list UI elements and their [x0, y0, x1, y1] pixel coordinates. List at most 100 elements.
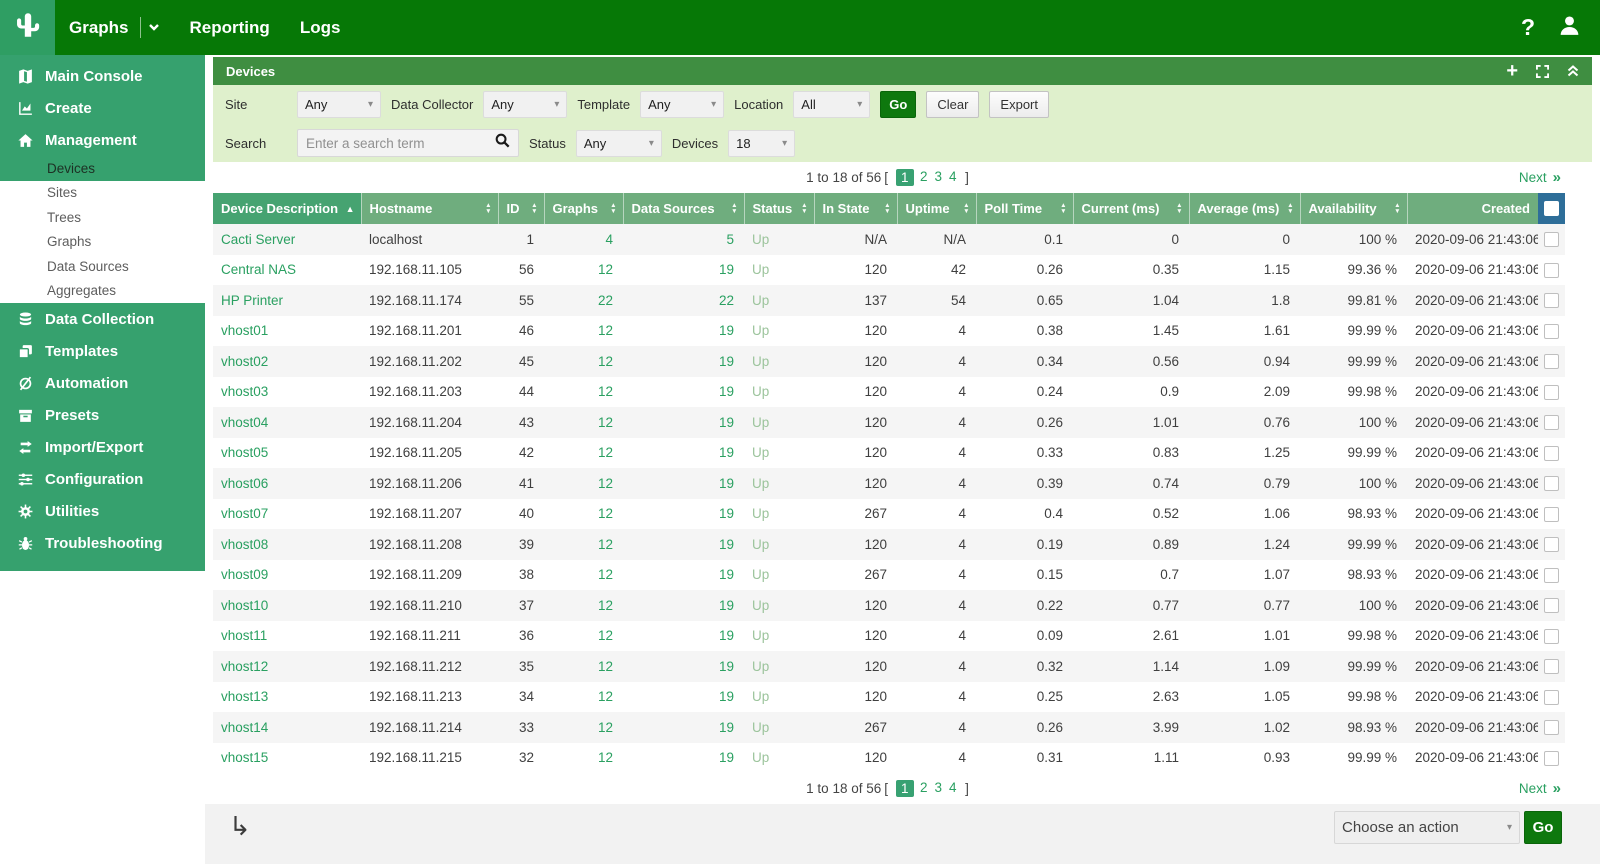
device-link[interactable]: vhost06 — [221, 476, 268, 491]
column-header-uptime[interactable]: Uptime▲▼ — [897, 193, 976, 224]
data-sources-link[interactable]: 19 — [719, 537, 734, 552]
data-sources-link[interactable]: 19 — [719, 659, 734, 674]
data-sources-link[interactable]: 19 — [719, 720, 734, 735]
device-link[interactable]: Central NAS — [221, 262, 296, 277]
row-checkbox[interactable] — [1544, 354, 1559, 369]
nav-reporting[interactable]: Reporting — [190, 18, 270, 38]
page-link-3[interactable]: 3 — [935, 169, 943, 186]
data-collector-select[interactable]: Any▾ — [483, 91, 567, 118]
status-select[interactable]: Any▾ — [576, 130, 662, 157]
help-icon[interactable]: ? — [1521, 16, 1535, 39]
next-page-link[interactable]: Next» — [1519, 780, 1561, 797]
graphs-link[interactable]: 12 — [598, 689, 613, 704]
data-sources-link[interactable]: 19 — [719, 567, 734, 582]
sidebar-item-data-sources[interactable]: Data Sources — [0, 254, 205, 279]
site-select[interactable]: Any▾ — [297, 91, 381, 118]
data-sources-link[interactable]: 19 — [719, 445, 734, 460]
page-link-3[interactable]: 3 — [935, 780, 943, 797]
search-icon[interactable] — [495, 133, 510, 153]
next-page-link[interactable]: Next» — [1519, 169, 1561, 186]
device-link[interactable]: vhost10 — [221, 598, 268, 613]
device-link[interactable]: HP Printer — [221, 293, 283, 308]
sidebar-item-graphs[interactable]: Graphs — [0, 230, 205, 255]
graphs-link[interactable]: 12 — [598, 567, 613, 582]
data-sources-link[interactable]: 19 — [719, 354, 734, 369]
graphs-link[interactable]: 12 — [598, 262, 613, 277]
column-header-created[interactable]: Created — [1407, 193, 1538, 224]
device-link[interactable]: vhost09 — [221, 567, 268, 582]
template-select[interactable]: Any▾ — [640, 91, 724, 118]
graphs-link[interactable]: 12 — [598, 354, 613, 369]
sidebar-item-utilities[interactable]: Utilities — [0, 495, 205, 527]
data-sources-link[interactable]: 19 — [719, 415, 734, 430]
graphs-link[interactable]: 12 — [598, 506, 613, 521]
device-link[interactable]: vhost05 — [221, 445, 268, 460]
select-all-checkbox[interactable] — [1544, 201, 1559, 216]
data-sources-link[interactable]: 19 — [719, 750, 734, 765]
device-link[interactable]: vhost03 — [221, 384, 268, 399]
sidebar-item-create[interactable]: Create — [0, 92, 205, 124]
column-header-in-state[interactable]: In State▲▼ — [814, 193, 897, 224]
page-link-4[interactable]: 4 — [949, 780, 957, 797]
row-checkbox[interactable] — [1544, 324, 1559, 339]
sidebar-item-automation[interactable]: Automation — [0, 367, 205, 399]
device-link[interactable]: vhost04 — [221, 415, 268, 430]
graphs-link[interactable]: 4 — [605, 232, 613, 247]
search-input[interactable] — [306, 136, 495, 151]
sidebar-item-trees[interactable]: Trees — [0, 205, 205, 230]
device-link[interactable]: Cacti Server — [221, 232, 295, 247]
device-link[interactable]: vhost11 — [221, 628, 267, 643]
data-sources-link[interactable]: 19 — [719, 476, 734, 491]
device-link[interactable]: vhost07 — [221, 506, 268, 521]
row-checkbox[interactable] — [1544, 537, 1559, 552]
chevron-down-icon[interactable] — [148, 18, 160, 38]
page-link-2[interactable]: 2 — [920, 169, 928, 186]
action-select[interactable]: Choose an action▾ — [1334, 811, 1520, 844]
row-checkbox[interactable] — [1544, 232, 1559, 247]
go-button[interactable]: Go — [880, 91, 916, 118]
page-link-1[interactable]: 1 — [896, 169, 914, 186]
graphs-link[interactable]: 12 — [598, 750, 613, 765]
sidebar-item-management[interactable]: Management — [0, 124, 205, 156]
sidebar-item-templates[interactable]: Templates — [0, 335, 205, 367]
device-link[interactable]: vhost08 — [221, 537, 268, 552]
column-header-graphs[interactable]: Graphs▲▼ — [544, 193, 623, 224]
cacti-logo[interactable] — [0, 0, 55, 55]
add-device-icon[interactable]: + — [1506, 61, 1518, 81]
row-checkbox[interactable] — [1544, 659, 1559, 674]
graphs-link[interactable]: 12 — [598, 384, 613, 399]
column-header-data-sources[interactable]: Data Sources▲▼ — [623, 193, 744, 224]
row-checkbox[interactable] — [1544, 629, 1559, 644]
sidebar-item-devices[interactable]: Devices — [0, 156, 205, 181]
device-link[interactable]: vhost12 — [221, 659, 268, 674]
sidebar-item-data-collection[interactable]: Data Collection — [0, 303, 205, 335]
sidebar-item-import-export[interactable]: Import/Export — [0, 431, 205, 463]
row-checkbox[interactable] — [1544, 263, 1559, 278]
devices-per-page-select[interactable]: 18▾ — [728, 130, 795, 157]
sidebar-item-main-console[interactable]: Main Console — [0, 60, 205, 92]
column-header-poll-time[interactable]: Poll Time▲▼ — [976, 193, 1073, 224]
graphs-link[interactable]: 12 — [598, 323, 613, 338]
column-header-id[interactable]: ID▲▼ — [498, 193, 544, 224]
export-button[interactable]: Export — [989, 91, 1049, 118]
column-header-availability[interactable]: Availability▲▼ — [1300, 193, 1407, 224]
graphs-link[interactable]: 12 — [598, 659, 613, 674]
sidebar-item-sites[interactable]: Sites — [0, 181, 205, 206]
row-checkbox[interactable] — [1544, 507, 1559, 522]
collapse-panel-icon[interactable] — [1567, 65, 1579, 77]
action-go-button[interactable]: Go — [1524, 811, 1562, 844]
fullscreen-icon[interactable] — [1536, 65, 1549, 78]
graphs-link[interactable]: 12 — [598, 445, 613, 460]
graphs-link[interactable]: 12 — [598, 720, 613, 735]
data-sources-link[interactable]: 19 — [719, 598, 734, 613]
row-checkbox[interactable] — [1544, 446, 1559, 461]
device-link[interactable]: vhost15 — [221, 750, 268, 765]
column-header-device-description[interactable]: Device Description▲ — [213, 193, 361, 224]
device-link[interactable]: vhost14 — [221, 720, 268, 735]
device-link[interactable]: vhost01 — [221, 323, 268, 338]
row-checkbox[interactable] — [1544, 751, 1559, 766]
row-checkbox[interactable] — [1544, 415, 1559, 430]
row-checkbox[interactable] — [1544, 476, 1559, 491]
sidebar-item-troubleshooting[interactable]: Troubleshooting — [0, 527, 205, 559]
clear-button[interactable]: Clear — [926, 91, 979, 118]
